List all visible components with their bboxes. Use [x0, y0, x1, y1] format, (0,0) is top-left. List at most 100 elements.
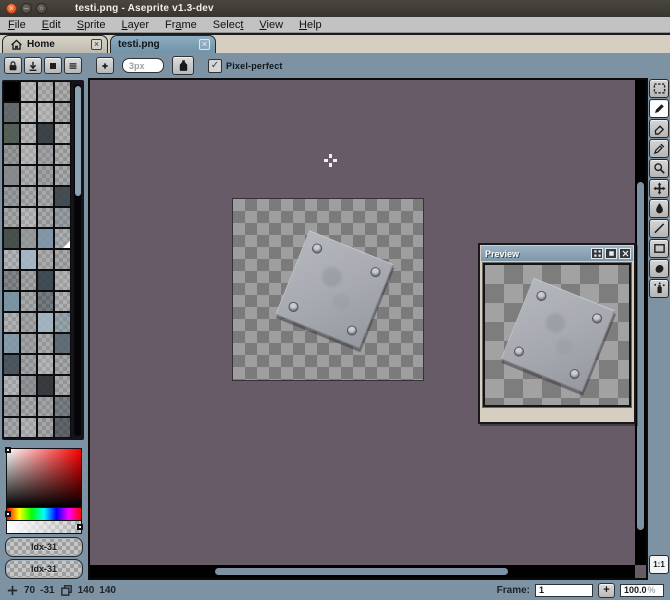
- tab-close-icon[interactable]: ×: [91, 39, 102, 50]
- palette-swatch-44[interactable]: [4, 313, 19, 332]
- palette-swatch-13[interactable]: [21, 145, 36, 164]
- tool-rectangle-button[interactable]: [649, 239, 669, 258]
- tool-eraser-button[interactable]: [649, 119, 669, 138]
- palette-swatch-23[interactable]: [55, 187, 70, 206]
- tool-rectangular-marquee-button[interactable]: [649, 79, 669, 98]
- tool-move-button[interactable]: [649, 179, 669, 198]
- palette-swatch-55[interactable]: [55, 355, 70, 374]
- horizontal-scrollbar-thumb[interactable]: [215, 568, 508, 575]
- palette-swatch-46[interactable]: [38, 313, 53, 332]
- palette-swatch-6[interactable]: [38, 103, 53, 122]
- preview-window[interactable]: Preview: [478, 243, 636, 424]
- palette-swatch-22[interactable]: [38, 187, 53, 206]
- filled-square-button[interactable]: [44, 57, 62, 74]
- palette-swatch-36[interactable]: [4, 271, 19, 290]
- palette-swatch-58[interactable]: [38, 376, 53, 395]
- palette-swatch-38[interactable]: [38, 271, 53, 290]
- tool-paint-bucket-button[interactable]: [649, 199, 669, 218]
- menu-layer[interactable]: Layer: [113, 19, 157, 31]
- sprite-canvas[interactable]: [233, 199, 423, 380]
- palette-scrollbar-thumb[interactable]: [75, 86, 81, 196]
- palette-swatch-53[interactable]: [21, 355, 36, 374]
- palette-swatch-1[interactable]: [21, 82, 36, 101]
- preview-close-icon[interactable]: [619, 248, 631, 259]
- palette-swatch-28[interactable]: [4, 229, 19, 248]
- palette-swatch-17[interactable]: [21, 166, 36, 185]
- palette-swatch-61[interactable]: [21, 397, 36, 416]
- brush-type-button[interactable]: [96, 57, 114, 74]
- palette-swatch-5[interactable]: [21, 103, 36, 122]
- tool-line-button[interactable]: [649, 219, 669, 238]
- palette-swatch-35[interactable]: [55, 250, 70, 269]
- palette-swatch-18[interactable]: [38, 166, 53, 185]
- palette-swatch-34[interactable]: [38, 250, 53, 269]
- window-close-icon[interactable]: ×: [6, 3, 17, 14]
- palette-swatch-14[interactable]: [38, 145, 53, 164]
- palette-swatch-3[interactable]: [55, 82, 70, 101]
- hue-marker[interactable]: [5, 511, 11, 517]
- palette-swatch-24[interactable]: [4, 208, 19, 227]
- palette-swatch-30[interactable]: [38, 229, 53, 248]
- palette-swatch-48[interactable]: [4, 334, 19, 353]
- foreground-color-button[interactable]: Idx-31: [5, 537, 83, 557]
- saturation-value-picker[interactable]: [6, 448, 82, 508]
- window-maximize-icon[interactable]: ▫: [36, 3, 47, 14]
- palette-swatch-16[interactable]: [4, 166, 19, 185]
- menu-view[interactable]: View: [251, 19, 291, 31]
- menu-select[interactable]: Select: [205, 19, 252, 31]
- palette-swatch-8[interactable]: [4, 124, 19, 143]
- menu-edit[interactable]: Edit: [34, 19, 69, 31]
- palette-swatch-59[interactable]: [55, 376, 70, 395]
- preview-black-square-icon[interactable]: [605, 248, 617, 259]
- arrow-down-button[interactable]: [24, 57, 42, 74]
- palette-swatch-32[interactable]: [4, 250, 19, 269]
- palette-swatch-19[interactable]: [55, 166, 70, 185]
- background-color-button[interactable]: Idx-31: [5, 559, 83, 579]
- tool-pencil-button[interactable]: [649, 99, 669, 118]
- window-minimize-icon[interactable]: –: [21, 3, 32, 14]
- palette-swatch-45[interactable]: [21, 313, 36, 332]
- canvas-horizontal-scrollbar[interactable]: [90, 565, 635, 578]
- palette-swatch-50[interactable]: [38, 334, 53, 353]
- menu-lines-button[interactable]: [64, 57, 82, 74]
- palette-swatch-63[interactable]: [55, 397, 70, 416]
- palette-swatch-15[interactable]: [55, 145, 70, 164]
- frame-number-input[interactable]: [535, 584, 593, 597]
- menu-sprite[interactable]: Sprite: [69, 19, 114, 31]
- palette-swatch-33[interactable]: [21, 250, 36, 269]
- new-frame-button[interactable]: +: [598, 583, 615, 598]
- tool-contour-button[interactable]: [649, 259, 669, 278]
- palette-swatch-47[interactable]: [55, 313, 70, 332]
- palette-swatch-57[interactable]: [21, 376, 36, 395]
- brush-size-input[interactable]: [122, 58, 164, 73]
- lock-button[interactable]: [4, 57, 22, 74]
- preview-expand-icon[interactable]: [591, 248, 603, 259]
- palette-swatch-10[interactable]: [38, 124, 53, 143]
- palette-swatch-67[interactable]: [55, 418, 70, 437]
- palette-swatch-42[interactable]: [38, 292, 53, 311]
- alpha-marker[interactable]: [77, 524, 83, 530]
- palette-swatch-31[interactable]: [55, 229, 70, 248]
- palette-swatch-2[interactable]: [38, 82, 53, 101]
- palette-swatch-60[interactable]: [4, 397, 19, 416]
- palette-swatch-65[interactable]: [21, 418, 36, 437]
- palette-swatch-12[interactable]: [4, 145, 19, 164]
- palette-swatch-52[interactable]: [4, 355, 19, 374]
- palette-swatch-49[interactable]: [21, 334, 36, 353]
- palette-swatch-20[interactable]: [4, 187, 19, 206]
- ink-type-button[interactable]: [172, 56, 194, 75]
- tab-home[interactable]: Home×: [2, 35, 108, 53]
- palette-swatch-56[interactable]: [4, 376, 19, 395]
- tool-spray-button[interactable]: [649, 279, 669, 298]
- palette-swatch-62[interactable]: [38, 397, 53, 416]
- palette-swatch-4[interactable]: [4, 103, 19, 122]
- palette-swatch-66[interactable]: [38, 418, 53, 437]
- palette-swatch-40[interactable]: [4, 292, 19, 311]
- tool-eyedropper-button[interactable]: [649, 139, 669, 158]
- tab-testi-png[interactable]: testi.png×: [110, 35, 216, 53]
- menu-frame[interactable]: Frame: [157, 19, 205, 31]
- palette-swatch-39[interactable]: [55, 271, 70, 290]
- palette-swatch-43[interactable]: [55, 292, 70, 311]
- canvas-vertical-scrollbar[interactable]: [635, 80, 646, 565]
- menu-help[interactable]: Help: [291, 19, 330, 31]
